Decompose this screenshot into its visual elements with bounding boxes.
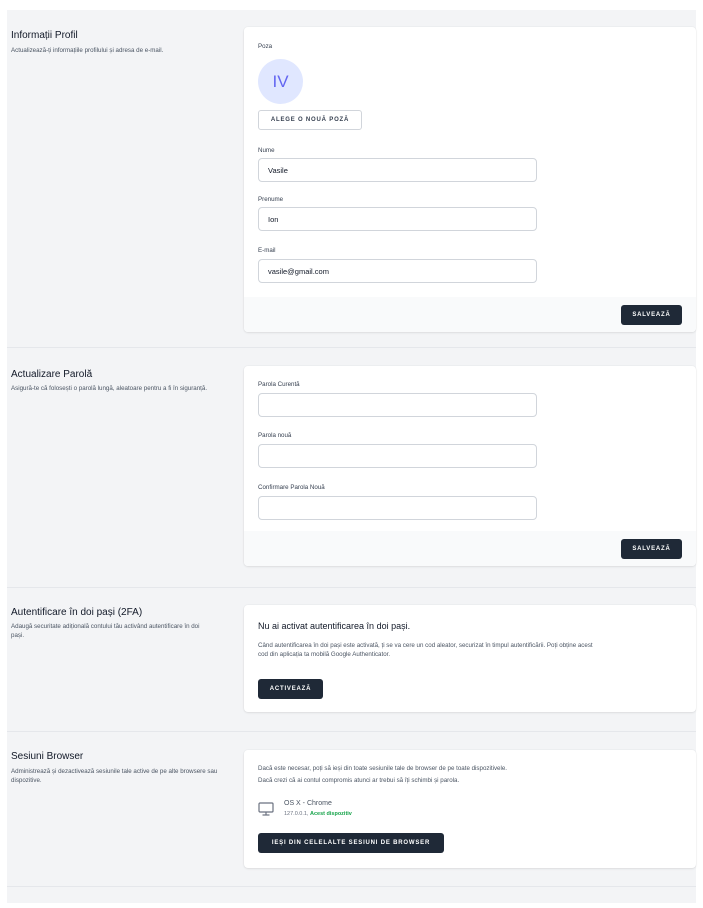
device-name: OS X - Chrome: [284, 800, 332, 807]
password-title: Actualizare Parolă: [11, 369, 93, 380]
new-password-field[interactable]: [258, 444, 537, 468]
twofa-card: Nu ai activat autentificarea în doi pași…: [244, 605, 696, 712]
avatar[interactable]: IV: [258, 59, 303, 104]
sessions-card: Dacă este necesar, poți să ieși din toat…: [244, 750, 696, 868]
password-section: Actualizare Parolă Asigură-te că foloseș…: [7, 348, 696, 585]
sessions-body-line2: Dacă crezi că ai contul compromis atunci…: [258, 777, 460, 784]
last-name-label: Prenume: [258, 196, 284, 203]
twofa-body: Când autentificarea în doi pași este act…: [258, 642, 593, 658]
first-name-label: Nume: [258, 147, 275, 154]
new-password-label: Parola nouă: [258, 432, 292, 439]
current-password-field[interactable]: [258, 393, 537, 417]
device-meta: 127.0.0.1, Acest dispozitiv: [284, 811, 352, 817]
password-card-footer: SALVEAZĂ: [244, 531, 696, 566]
twofa-heading: Nu ai activat autentificarea în doi pași…: [258, 621, 411, 631]
sessions-section: Sesiuni Browser Administrează și dezacti…: [7, 732, 696, 887]
profile-title: Informații Profil: [11, 30, 78, 41]
device-ip: 127.0.0.1,: [284, 811, 309, 817]
profile-card: Poza IV ALEGE O NOUĂ POZĂ Nume Vasile Pr…: [244, 27, 696, 332]
profile-section: Informații Profil Actualizează-ți inform…: [7, 10, 696, 345]
profile-save-button[interactable]: SALVEAZĂ: [621, 305, 682, 325]
confirm-password-label: Confirmare Parola Nouă: [258, 484, 325, 491]
new-photo-button[interactable]: ALEGE O NOUĂ POZĂ: [258, 110, 362, 130]
first-name-field[interactable]: Vasile: [258, 158, 537, 182]
twofa-description: Adaugă securitate adițională contului tă…: [11, 623, 200, 639]
confirm-password-field[interactable]: [258, 496, 537, 520]
current-password-label: Parola Curentă: [258, 381, 300, 388]
activate-2fa-button[interactable]: ACTIVEAZĂ: [258, 679, 323, 699]
password-save-button[interactable]: SALVEAZĂ: [621, 539, 682, 559]
logout-other-sessions-button[interactable]: IEȘI DIN CELELALTE SESIUNI DE BROWSER: [258, 833, 444, 853]
twofa-title: Autentificare în doi pași (2FA): [11, 607, 143, 618]
divider: [7, 886, 696, 887]
sessions-body-line1: Dacă este necesar, poți să ieși din toat…: [258, 765, 508, 772]
password-description: Asigură-te că folosești o parolă lungă, …: [11, 385, 208, 392]
current-device-label: Acest dispozitiv: [310, 811, 352, 817]
twofa-section: Autentificare în doi pași (2FA) Adaugă s…: [7, 588, 696, 728]
profile-description: Actualizează-ți informațiile profilului …: [11, 47, 164, 54]
desktop-icon: [258, 802, 274, 816]
profile-card-footer: SALVEAZĂ: [244, 297, 696, 332]
email-label: E-mail: [258, 247, 276, 254]
sessions-description: Administrează și dezactivează sesiunile …: [11, 768, 218, 784]
photo-label: Poza: [258, 43, 273, 50]
password-card: Parola Curentă Parola nouă Confirmare Pa…: [244, 366, 696, 566]
email-field[interactable]: vasile@gmail.com: [258, 259, 537, 283]
last-name-field[interactable]: Ion: [258, 207, 537, 231]
sessions-title: Sesiuni Browser: [11, 751, 84, 762]
